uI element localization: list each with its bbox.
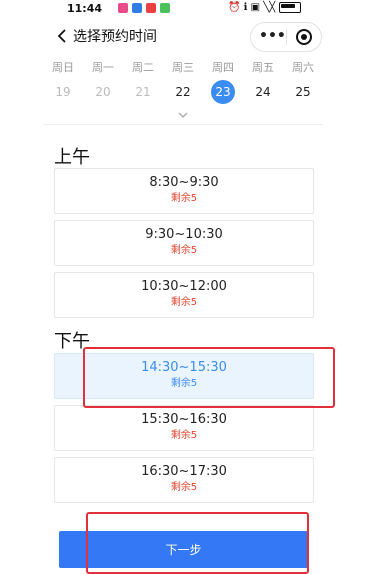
time-slot-selected[interactable]: 14:30~15:30 剩余5 — [54, 353, 314, 399]
afternoon-section-title: 下午 — [54, 331, 90, 352]
weekday-label: 周五 — [252, 61, 274, 74]
weekday-label: 周二 — [132, 61, 154, 74]
slot-remaining: 剩余5 — [170, 193, 198, 204]
date-number: 19 — [55, 85, 71, 99]
slot-time: 10:30~12:00 — [141, 279, 227, 294]
back-arrow-icon[interactable] — [54, 27, 72, 45]
date-number: 23 — [211, 80, 235, 104]
slot-time: 15:30~16:30 — [141, 412, 227, 427]
slot-time: 8:30~9:30 — [149, 175, 219, 190]
status-bar: 11:44 ⏰ ℹ ▣ ╲╳ — [0, 0, 385, 18]
page-title: 选择预约时间 — [73, 29, 157, 45]
weekday-label: 周日 — [52, 61, 74, 74]
divider — [43, 124, 323, 125]
close-miniprogram-icon[interactable] — [296, 29, 312, 45]
date-cell[interactable]: 22 — [163, 80, 203, 104]
date-number: 20 — [95, 85, 111, 99]
system-status-icons: ⏰ ℹ ▣ ╲╳ — [228, 2, 276, 13]
weekday-label: 周三 — [172, 61, 194, 74]
slot-time: 9:30~10:30 — [145, 227, 223, 242]
page-header: 选择预约时间 ••• — [0, 20, 385, 52]
expand-calendar-chevron-icon[interactable] — [177, 110, 189, 120]
week-calendar: 周日 周一 周二 周三 周四 周五 周六 19 20 21 22 23 24 25 — [43, 60, 323, 104]
time-slot[interactable]: 8:30~9:30 剩余5 — [54, 168, 314, 214]
date-number: 22 — [175, 85, 191, 99]
slot-remaining: 剩余5 — [170, 297, 198, 308]
date-number: 25 — [295, 85, 311, 99]
weekday-label: 周四 — [212, 61, 234, 74]
slot-time: 16:30~17:30 — [141, 464, 227, 479]
slot-time: 14:30~15:30 — [141, 360, 227, 375]
date-cell: 21 — [123, 80, 163, 104]
slot-remaining: 剩余5 — [170, 245, 198, 256]
slot-remaining: 剩余5 — [170, 378, 198, 389]
weekday-label: 周六 — [292, 61, 314, 74]
weekday-label: 周一 — [92, 61, 114, 74]
date-selected[interactable]: 23 — [203, 80, 243, 104]
more-menu-button[interactable]: ••• — [259, 27, 286, 45]
status-system-icons: ⏰ ℹ ▣ ╲╳ — [228, 2, 302, 13]
date-cell: 20 — [83, 80, 123, 104]
date-cell: 19 — [43, 80, 83, 104]
time-slot[interactable]: 9:30~10:30 剩余5 — [54, 220, 314, 266]
notification-app-icon — [118, 3, 128, 13]
next-step-button[interactable]: 下一步 — [59, 531, 308, 568]
notification-app-icon — [160, 3, 170, 13]
status-app-icons — [118, 3, 170, 13]
notification-app-icon — [132, 3, 142, 13]
slot-remaining: 剩余5 — [170, 430, 198, 441]
status-time: 11:44 — [67, 2, 103, 15]
morning-section-title: 上午 — [54, 147, 90, 168]
time-slot[interactable]: 10:30~12:00 剩余5 — [54, 272, 314, 318]
date-number: 24 — [255, 85, 271, 99]
date-cell[interactable]: 25 — [283, 80, 323, 104]
miniprogram-capsule: ••• — [250, 22, 322, 52]
time-slot[interactable]: 15:30~16:30 剩余5 — [54, 405, 314, 451]
date-number: 21 — [135, 85, 151, 99]
capsule-divider — [286, 29, 287, 45]
slot-remaining: 剩余5 — [170, 482, 198, 493]
notification-app-icon — [146, 3, 156, 13]
time-slot[interactable]: 16:30~17:30 剩余5 — [54, 457, 314, 503]
battery-icon — [279, 2, 302, 13]
date-cell[interactable]: 24 — [243, 80, 283, 104]
